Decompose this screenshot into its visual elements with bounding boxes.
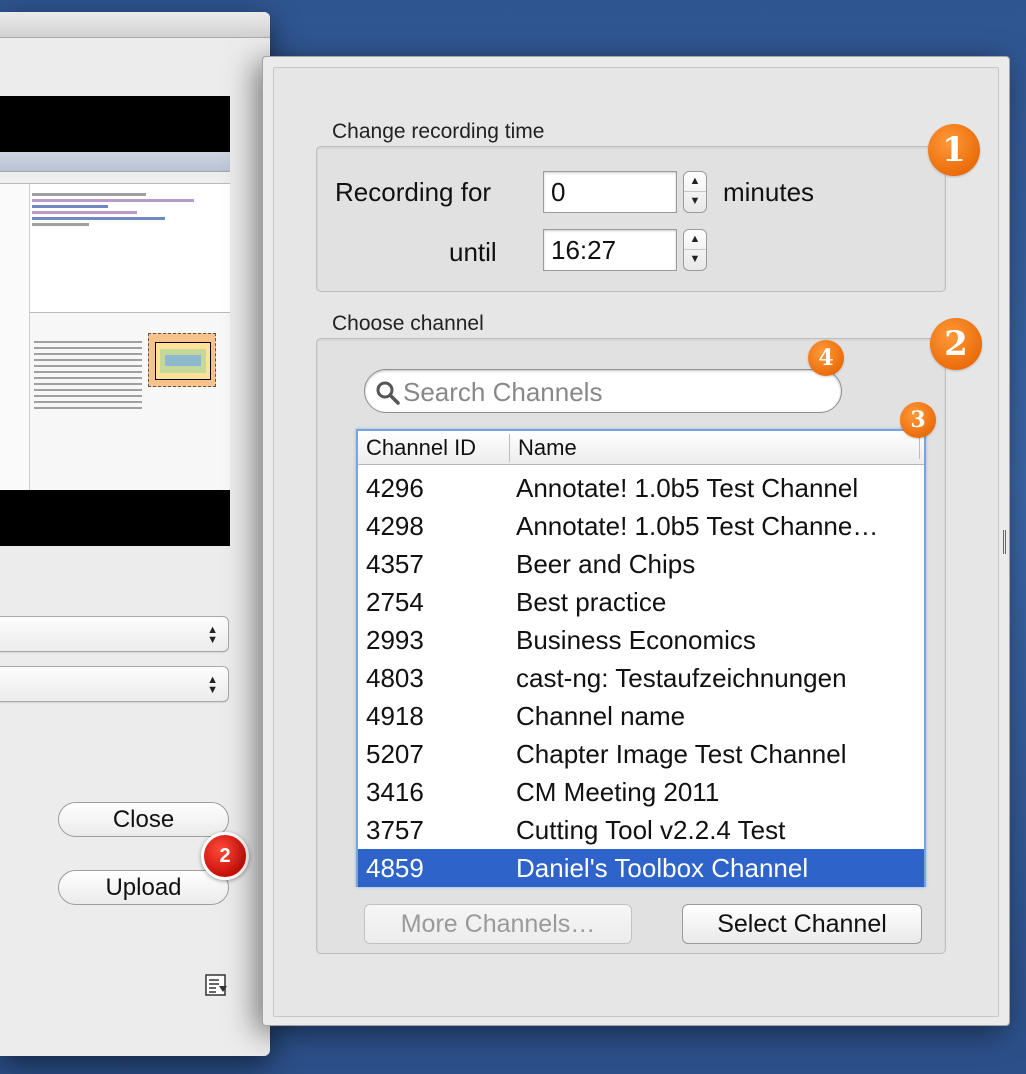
more-channels-button[interactable]: More Channels… — [364, 904, 632, 944]
callout-badge-3: 3 — [900, 402, 936, 438]
popup-menu-2[interactable]: ▲ ▼ — [0, 666, 229, 702]
channel-name-cell: Chapter Image Test Channel — [516, 739, 847, 769]
channel-name-cell: Daniel's Toolbox Channel — [516, 853, 809, 883]
channel-name-cell: Annotate! 1.0b5 Test Channe… — [516, 511, 879, 541]
channel-id-cell: 4296 — [366, 473, 424, 503]
until-stepper[interactable]: ▲ ▼ — [683, 229, 707, 271]
stepper-up-icon[interactable]: ▲ — [684, 230, 706, 250]
minutes-stepper[interactable]: ▲ ▼ — [683, 171, 707, 213]
callout-badge-1: 1 — [928, 124, 980, 176]
upload-window-titlebar[interactable] — [0, 12, 270, 38]
channel-id-cell: 4803 — [366, 663, 424, 693]
recording-time-group: Recording for 0 ▲ ▼ minutes until 16:27 … — [316, 146, 946, 292]
updown-arrows-icon: ▲ ▼ — [207, 624, 218, 646]
channel-id-cell: 3416 — [366, 777, 424, 807]
table-row[interactable]: 4859 Daniel's Toolbox Channel — [358, 849, 924, 887]
callout-badge-4: 4 — [808, 340, 844, 376]
upload-button[interactable]: Upload — [58, 870, 229, 905]
channel-table[interactable]: Channel ID Name 4296 Annotate! 1.0b5 Test… — [356, 429, 926, 887]
minutes-field[interactable]: 0 — [543, 171, 677, 213]
column-header-name[interactable]: Name — [518, 434, 577, 462]
channel-id-cell: 4298 — [366, 511, 424, 541]
table-row[interactable]: 2993 Business Economics — [358, 621, 924, 659]
table-rows: 4296 Annotate! 1.0b5 Test Channel 4298 Anno… — [358, 469, 924, 887]
channel-id-cell: 2754 — [366, 587, 424, 617]
channel-name-cell: Channel name — [516, 701, 686, 731]
select-channel-button[interactable]: Select Channel — [682, 904, 922, 944]
stepper-down-icon[interactable]: ▼ — [684, 192, 706, 212]
table-row[interactable]: 4298 Annotate! 1.0b5 Test Channe… — [358, 507, 924, 545]
stepper-up-icon[interactable]: ▲ — [684, 172, 706, 192]
until-time-field[interactable]: 16:27 — [543, 229, 677, 271]
upload-notification-badge: 2 — [201, 832, 249, 880]
table-row[interactable]: 2754 Best practice — [358, 583, 924, 621]
table-row[interactable]: 4918 Channel name — [358, 697, 924, 735]
channel-id-cell: 3757 — [366, 815, 424, 845]
recording-for-label: Recording for — [335, 177, 492, 207]
split-view-handle[interactable] — [1003, 530, 1006, 554]
minutes-label: minutes — [723, 177, 815, 207]
popup-menu-1[interactable]: ▲ ▼ — [0, 616, 229, 652]
channel-name-cell: Business Economics — [516, 625, 756, 655]
channel-name-cell: Beer and Chips — [516, 549, 696, 579]
table-row[interactable]: 3416 CM Meeting 2011 — [358, 773, 924, 811]
channel-name-cell: Cutting Tool v2.2.4 Test — [516, 815, 786, 845]
channel-id-cell: 5207 — [366, 739, 424, 769]
channel-id-cell: 4918 — [366, 701, 424, 731]
upload-window: ▲ ▼ ▲ ▼ Close Upload — [0, 12, 270, 1056]
channel-id-cell: 2993 — [366, 625, 424, 655]
table-row[interactable]: 4803 cast-ng: Testaufzeichnungen — [358, 659, 924, 697]
choose-channel-group-label: Choose channel — [332, 312, 484, 335]
settings-panel: Change recording time Recording for 0 ▲ … — [273, 67, 999, 1017]
table-row[interactable]: 5207 Chapter Image Test Channel — [358, 735, 924, 773]
updown-arrows-icon: ▲ ▼ — [207, 674, 218, 696]
video-preview — [0, 96, 230, 546]
channel-name-cell: CM Meeting 2011 — [516, 777, 720, 807]
document-list-icon[interactable] — [203, 972, 229, 998]
search-icon — [376, 381, 400, 405]
channel-name-cell: Annotate! 1.0b5 Test Channel — [516, 473, 859, 503]
until-label: until — [449, 237, 497, 267]
table-row[interactable]: 4357 Beer and Chips — [358, 545, 924, 583]
recording-settings-window: Change recording time Recording for 0 ▲ … — [262, 56, 1010, 1026]
table-row[interactable]: 3757 Cutting Tool v2.2.4 Test — [358, 811, 924, 849]
table-header: Channel ID Name — [358, 431, 924, 465]
channel-name-cell: cast-ng: Testaufzeichnungen — [516, 663, 847, 693]
search-channels-field[interactable]: Search Channels — [364, 369, 842, 413]
channel-id-cell: 4859 — [366, 853, 424, 883]
channel-id-cell: 4357 — [366, 549, 424, 579]
stepper-down-icon[interactable]: ▼ — [684, 250, 706, 270]
table-row[interactable]: 4296 Annotate! 1.0b5 Test Channel — [358, 469, 924, 507]
screen-recording-thumbnail — [0, 152, 230, 490]
callout-badge-2: 2 — [930, 318, 982, 370]
channel-name-cell: Best practice — [516, 587, 667, 617]
column-header-channel-id[interactable]: Channel ID — [366, 434, 510, 462]
search-placeholder: Search Channels — [403, 377, 603, 407]
recording-time-group-label: Change recording time — [332, 120, 545, 143]
close-button[interactable]: Close — [58, 802, 229, 837]
